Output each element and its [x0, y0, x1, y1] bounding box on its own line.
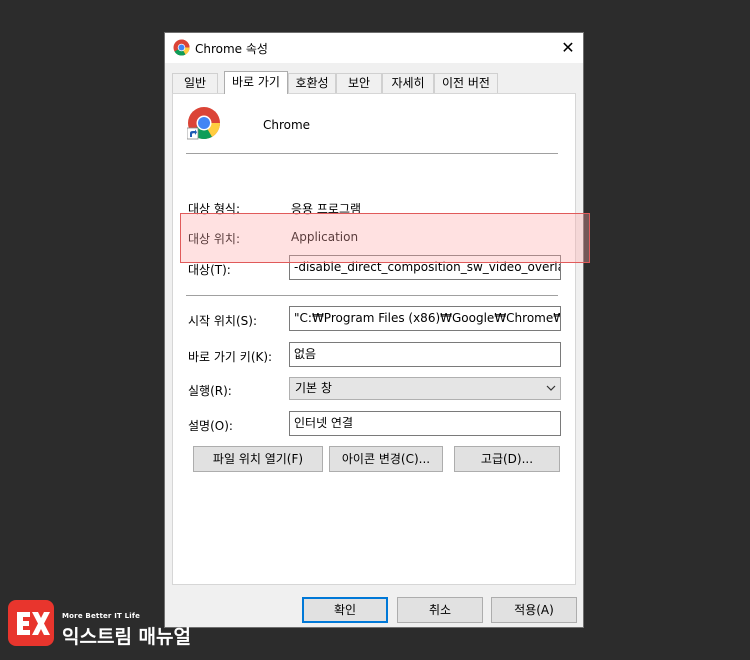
run-select-value: 기본 창: [295, 381, 332, 395]
divider: [186, 295, 558, 296]
hotkey-field[interactable]: 없음: [289, 342, 561, 367]
hotkey-label: 바로 가기 키(K):: [188, 350, 273, 364]
cancel-button[interactable]: 취소: [397, 597, 483, 623]
change-icon-button[interactable]: 아이콘 변경(C)...: [329, 446, 443, 472]
open-file-location-button[interactable]: 파일 위치 열기(F): [193, 446, 323, 472]
tab-general[interactable]: 일반: [172, 73, 218, 93]
target-highlight-box: [180, 213, 590, 263]
target-label: 대상(T):: [188, 263, 231, 277]
watermark-name: 익스트림 매뉴얼: [62, 626, 191, 648]
start-in-field[interactable]: "C:₩Program Files (x86)₩Google₩Chrome₩Ap…: [289, 306, 561, 331]
chrome-shortcut-icon: [187, 107, 221, 140]
run-select[interactable]: 기본 창: [289, 377, 561, 400]
chevron-down-icon: [546, 385, 556, 391]
tab-compatibility[interactable]: 호환성: [288, 73, 336, 93]
title-bar[interactable]: Chrome 속성 ✕: [165, 33, 583, 63]
close-button[interactable]: ✕: [555, 35, 581, 61]
start-in-label: 시작 위치(S):: [188, 314, 257, 328]
tab-previous-versions[interactable]: 이전 버전: [434, 73, 498, 93]
ok-button[interactable]: 확인: [302, 597, 388, 623]
tab-security[interactable]: 보안: [336, 73, 382, 93]
chrome-icon: [173, 39, 190, 56]
shortcut-panel: Chrome 대상 형식: 응용 프로그램 대상 위치: Application…: [172, 93, 576, 585]
watermark-logo: [8, 600, 54, 646]
shortcut-name: Chrome: [263, 118, 311, 132]
run-label: 실행(R):: [188, 384, 232, 398]
tab-details[interactable]: 자세히: [382, 73, 434, 93]
apply-button[interactable]: 적용(A): [491, 597, 577, 623]
tab-shortcut[interactable]: 바로 가기: [224, 71, 288, 94]
watermark-tagline: More Better IT Life: [62, 612, 141, 620]
comment-field[interactable]: 인터넷 연결: [289, 411, 561, 436]
properties-dialog: Chrome 속성 ✕ 일반 바로 가기 호환성 보안 자세히 이전 버전 Ch…: [164, 32, 584, 628]
window-title: Chrome 속성: [195, 42, 268, 56]
comment-label: 설명(O):: [188, 419, 233, 433]
advanced-button[interactable]: 고급(D)...: [454, 446, 560, 472]
divider: [186, 153, 558, 154]
logo-mark-icon: [17, 612, 50, 635]
